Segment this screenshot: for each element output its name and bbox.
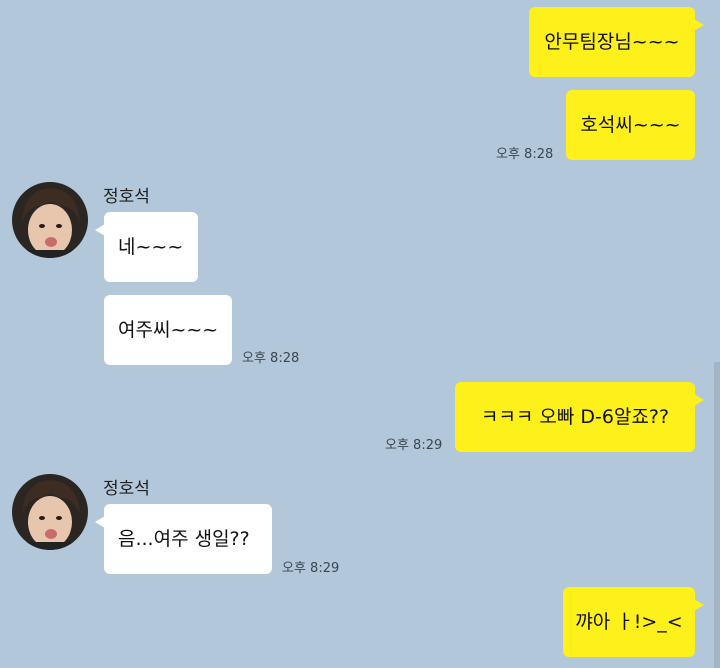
message-text: ㅋㅋㅋ 오빠 D-6알죠?? <box>480 405 670 428</box>
sender-name: 정호석 <box>103 479 150 499</box>
message-timestamp: 오후 8:29 <box>282 561 340 576</box>
sender-name: 정호석 <box>103 187 150 207</box>
message-timestamp: 오후 8:28 <box>242 351 300 366</box>
scrollbar[interactable] <box>714 362 720 668</box>
message-text: 안무팀장님~~~ <box>544 30 680 53</box>
sent-message-bubble[interactable]: 호석씨~~~ <box>566 90 695 160</box>
message-text: 네~~~ <box>118 235 184 258</box>
sent-message-bubble[interactable]: 안무팀장님~~~ <box>529 7 704 77</box>
message-text: 꺄아 ㅏ!>_< <box>575 610 683 633</box>
sent-message-bubble[interactable]: 꺄아 ㅏ!>_< <box>563 587 704 657</box>
message-timestamp: 오후 8:28 <box>496 147 554 162</box>
received-message-bubble[interactable]: 음...여주 생일?? <box>95 504 272 574</box>
message-timestamp: 오후 8:29 <box>385 438 443 453</box>
message-text: 음...여주 생일?? <box>118 527 250 550</box>
message-text: 여주씨~~~ <box>118 318 219 341</box>
received-message-bubble[interactable]: 네~~~ <box>95 212 198 282</box>
contact-avatar[interactable] <box>12 474 88 550</box>
contact-avatar[interactable] <box>12 182 88 258</box>
profile-photo-icon <box>12 474 88 550</box>
profile-photo-icon <box>12 182 88 258</box>
message-text: 호석씨~~~ <box>580 113 681 136</box>
sent-message-bubble[interactable]: ㅋㅋㅋ 오빠 D-6알죠?? <box>455 382 704 452</box>
received-message-bubble[interactable]: 여주씨~~~ <box>104 295 232 365</box>
